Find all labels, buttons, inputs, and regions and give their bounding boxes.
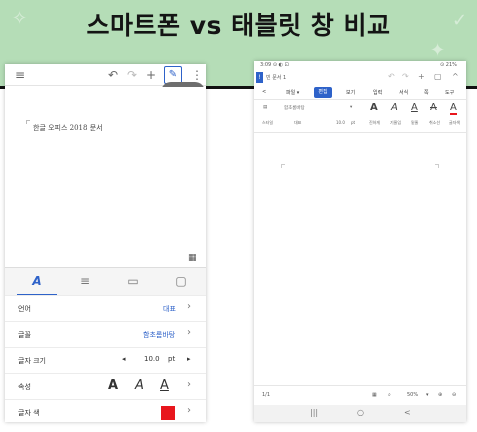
increase-icon[interactable]: ▸	[187, 355, 191, 363]
zoom-value[interactable]: 50%	[407, 392, 418, 398]
search-icon[interactable]: ⌕	[388, 392, 391, 398]
decoration-star-icon: ✦	[430, 40, 446, 61]
undo-icon[interactable]: ↶	[388, 72, 395, 81]
font-size-unit: pt	[168, 355, 176, 363]
undo-icon[interactable]: ↶	[108, 67, 118, 83]
android-nav-bar: ||| ○ <	[254, 405, 466, 422]
font-value: 함초롬바탕	[143, 331, 176, 339]
document-name: 빈 문서 1	[266, 75, 287, 81]
strikethrough-button[interactable]: A	[430, 102, 437, 113]
back-icon[interactable]: <	[262, 89, 266, 95]
tablet-props-bar: 스타일 대표 10.0 pt 진하게 기울임 밑줄 취소선 글자색	[254, 116, 466, 133]
recent-apps-icon[interactable]: |||	[310, 408, 318, 417]
chevron-right-icon: ›	[187, 327, 191, 338]
page-title: 스마트폰 vs 태블릿 창 비교	[86, 11, 391, 40]
tab-char-format[interactable]: A	[27, 273, 47, 289]
prop-size-value[interactable]: 10.0	[336, 120, 345, 125]
status-bar: 3:09 ⊙ ◐ ⊡ ⊙ 21%	[254, 61, 466, 70]
prop-style-label: 스타일	[262, 120, 274, 125]
italic-button[interactable]: A	[391, 102, 398, 113]
zoom-dropdown-icon[interactable]: ▾	[426, 392, 429, 398]
prop-size-unit: pt	[351, 120, 356, 125]
attributes-row: 속성 A A A ›	[5, 373, 206, 399]
collapse-icon[interactable]: ^	[452, 72, 459, 81]
redo-icon[interactable]: ↷	[127, 67, 137, 83]
font-size-value[interactable]: 10.0	[144, 355, 160, 363]
font-size-row: 글자 크기 ◂ 10.0 pt ▸	[5, 347, 206, 373]
menu-file[interactable]: 파일 ▾	[286, 89, 299, 96]
prop-bold-label: 진하게	[369, 120, 381, 125]
menu-tools[interactable]: 도구	[445, 89, 454, 96]
status-battery: ⊙ 21%	[440, 62, 457, 68]
status-time: 3:09 ⊙ ◐ ⊡	[260, 62, 289, 68]
tab-view[interactable]: ▢	[171, 273, 191, 289]
prop-strike-label: 취소선	[429, 120, 441, 125]
view-mode-icon[interactable]: ▢	[434, 72, 442, 81]
prop-underline-label: 밑줄	[411, 120, 419, 125]
phone-document-area[interactable]: 한글 오피스 2018 문서 ▦	[5, 87, 206, 267]
style-icon[interactable]: ▤	[263, 105, 267, 110]
text-color-row[interactable]: 글자 색 ›	[5, 399, 206, 422]
menu-format[interactable]: 서식	[399, 89, 408, 96]
tablet-document-area[interactable]	[254, 133, 466, 385]
chevron-right-icon: ›	[187, 379, 191, 390]
tablet-title-bar: ! 빈 문서 1 ↶ ↷ + ▢ ^	[254, 70, 466, 85]
menu-insert[interactable]: 입력	[373, 89, 382, 96]
phone-format-tabs: A ≡ ▭ ▢	[5, 267, 206, 296]
smartphone-screen: ≡ ↶ ↷ + ✎ ⋮ 54% 한글 오피스 2018 문서 ▦ A ≡ ▭ ▢…	[5, 64, 206, 422]
tab-para-format[interactable]: ≡	[75, 273, 95, 289]
text-color-label: 글자 색	[18, 409, 40, 417]
text-color-swatch[interactable]	[161, 406, 175, 420]
add-icon[interactable]: +	[146, 67, 156, 83]
prop-color-label: 글자색	[449, 120, 461, 125]
bold-button[interactable]: A	[370, 102, 378, 113]
margin-corner-mark	[281, 164, 285, 168]
font-dropdown-icon[interactable]: ▾	[350, 105, 352, 110]
menu-edit[interactable]: 편집	[314, 87, 332, 98]
more-options-icon[interactable]: ⋮	[191, 67, 203, 83]
font-row[interactable]: 글꼴 함초롬바탕 ›	[5, 321, 206, 347]
tab-layout[interactable]: ▭	[123, 273, 143, 289]
page-indicator: 1/1	[262, 392, 271, 398]
prop-language-value[interactable]: 대표	[294, 120, 301, 126]
underline-button[interactable]: A	[411, 102, 418, 113]
menu-page[interactable]: 쪽	[424, 89, 429, 96]
language-value: 대표	[163, 305, 176, 313]
document-text[interactable]: 한글 오피스 2018 문서	[33, 123, 103, 133]
text-color-button[interactable]: A	[450, 102, 457, 113]
zoom-in-icon[interactable]: ⊕	[438, 392, 442, 398]
decrease-icon[interactable]: ◂	[122, 355, 126, 363]
zoom-out-icon[interactable]: ⊖	[452, 392, 456, 398]
back-icon[interactable]: <	[404, 408, 411, 417]
margin-corner-mark	[26, 120, 30, 124]
tablet-screen: 3:09 ⊙ ◐ ⊡ ⊙ 21% ! 빈 문서 1 ↶ ↷ + ▢ ^ < 파일…	[254, 61, 466, 422]
language-row[interactable]: 언어 대표 ›	[5, 295, 206, 321]
language-label: 언어	[18, 305, 31, 313]
menu-view[interactable]: 보기	[346, 89, 355, 96]
tablet-status-footer: 1/1 ▦ ⌕ 50% ▾ ⊕ ⊖	[254, 385, 466, 405]
margin-corner-mark	[435, 164, 439, 168]
add-icon[interactable]: +	[418, 72, 425, 81]
keyboard-icon[interactable]: ▦	[188, 253, 197, 263]
hamburger-menu-icon[interactable]: ≡	[15, 67, 25, 83]
text-color-swatch	[450, 113, 457, 115]
hancom-logo-icon: !	[256, 72, 263, 83]
tablet-menu-bar: < 파일 ▾ 편집 보기 입력 서식 쪽 도구	[254, 85, 466, 100]
prop-italic-label: 기울임	[390, 120, 402, 125]
chevron-right-icon: ›	[187, 405, 191, 416]
home-icon[interactable]: ○	[357, 408, 364, 417]
font-select[interactable]: 함초롬바탕	[284, 105, 305, 111]
tablet-format-bar: ▤ 함초롬바탕 ▾ A A A A A	[254, 100, 466, 116]
redo-icon[interactable]: ↷	[402, 72, 409, 81]
chevron-right-icon: ›	[187, 301, 191, 312]
font-size-label: 글자 크기	[18, 357, 46, 365]
attributes-label: 속성	[18, 383, 31, 391]
keyboard-icon[interactable]: ▦	[372, 392, 377, 398]
bold-button[interactable]: A	[108, 378, 118, 393]
underline-button[interactable]: A	[160, 378, 169, 393]
font-label: 글꼴	[18, 331, 31, 339]
italic-button[interactable]: A	[135, 378, 144, 393]
